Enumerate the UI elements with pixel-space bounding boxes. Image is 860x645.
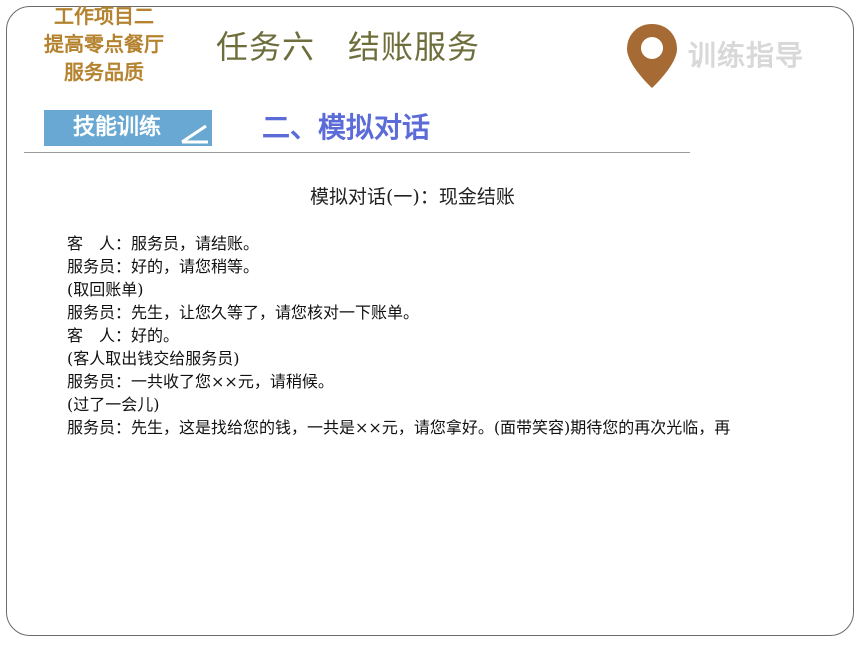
skill-training-label: 技能训练 (72, 115, 161, 140)
dialog-line: 服务员：先生，让您久等了，请您核对一下账单。 (67, 303, 420, 322)
dialog-line: (客人取出钱交给服务员) (67, 349, 240, 368)
divider (24, 152, 690, 153)
dialog-line: 服务员：一共收了您××元，请稍候。 (67, 372, 334, 391)
section-title: 二、模拟对话 (262, 111, 431, 144)
dialog-line: (过了一会儿) (67, 395, 160, 414)
dialog-lines: 客 人：服务员，请结账。 服务员：好的，请您稍等。 (取回账单) 服务员：先生，… (67, 232, 860, 439)
task-title: 任务六 结账服务 (216, 28, 481, 66)
project-title-line: 服务品质 (64, 60, 144, 84)
dialog-line: 客 人：服务员，请结账。 (67, 234, 260, 253)
project-title-line: 工作项目二 (54, 4, 154, 28)
dialog-line: (取回账单) (67, 280, 144, 299)
skill-training-tag: 技能训练 (44, 110, 212, 146)
dialog-line: 服务员：好的，请您稍等。 (67, 257, 260, 276)
dialog-title: 模拟对话(一)：现金结账 (310, 186, 515, 208)
dialog-line: 服务员：先生，这是找给您的钱，一共是××元，请您拿好。(面带笑容)期待您的再次光… (67, 418, 731, 437)
dialog-line: 客 人：好的。 (67, 326, 180, 345)
location-pin-icon (627, 24, 677, 88)
slash-decoration-icon (181, 124, 208, 144)
project-title: 工作项目二 提高零点餐厅 服务品质 (14, 2, 194, 86)
training-guide-label: 训练指导 (688, 39, 805, 72)
project-title-line: 提高零点餐厅 (44, 32, 164, 56)
